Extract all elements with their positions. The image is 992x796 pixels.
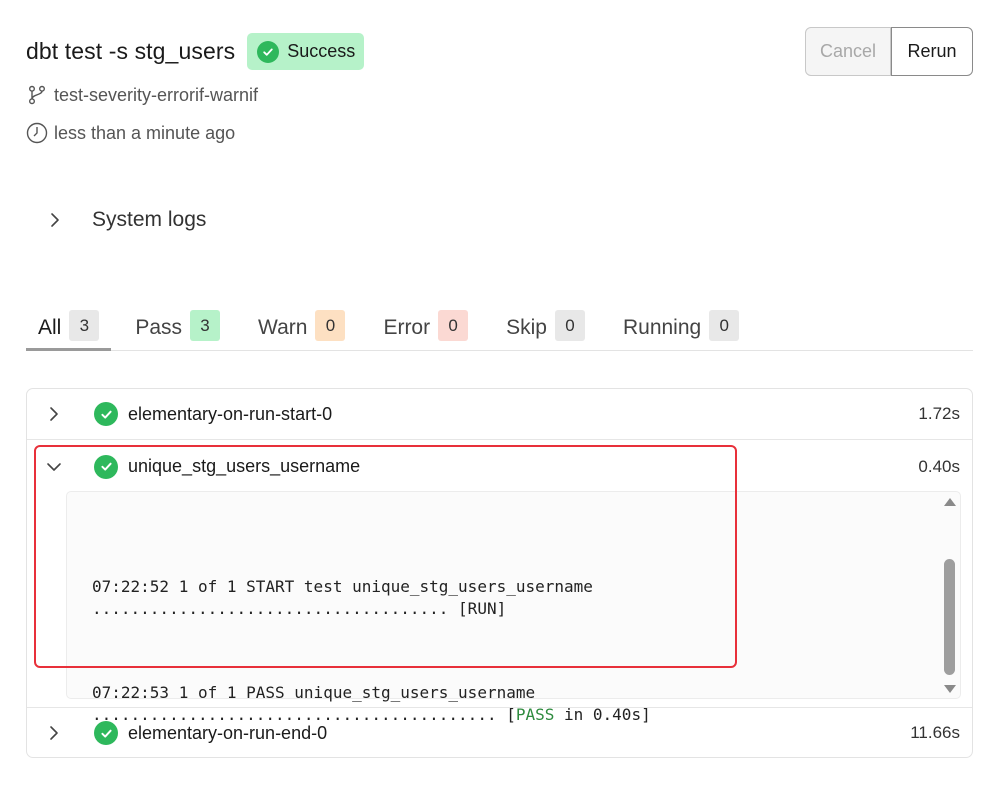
result-duration: 1.72s — [918, 404, 960, 423]
result-row-expanded[interactable]: unique_stg_users_username 0.40s — [27, 441, 972, 492]
result-duration: 11.66s — [910, 723, 960, 742]
tab-count: 0 — [315, 310, 346, 341]
tab-count: 3 — [69, 310, 100, 341]
chevron-down-icon[interactable] — [45, 462, 63, 472]
time-row: less than a minute ago — [26, 122, 235, 144]
system-logs-label: System logs — [92, 208, 207, 231]
result-duration: 0.40s — [918, 456, 960, 476]
tab-count: 0 — [554, 310, 585, 341]
run-header: dbt test -s stg_users Success — [26, 33, 365, 70]
tab-error[interactable]: Error 0 — [371, 310, 480, 351]
scroll-up-arrow-icon[interactable] — [943, 495, 957, 507]
log-output-panel[interactable]: 07:22:52 1 of 1 START test unique_stg_us… — [66, 491, 961, 724]
rerun-button[interactable]: Rerun — [891, 27, 973, 76]
tab-label: Skip — [506, 316, 547, 339]
system-logs-toggle[interactable]: System logs — [46, 208, 206, 232]
chevron-right-icon — [46, 212, 64, 228]
tab-label: Warn — [258, 316, 308, 339]
tab-all[interactable]: All 3 — [26, 310, 112, 351]
tab-warn[interactable]: Warn 0 — [246, 310, 357, 351]
result-name: elementary-on-run-end-0 — [128, 722, 328, 743]
result-name: elementary-on-run-start-0 — [128, 403, 333, 424]
check-circle-icon — [257, 40, 280, 63]
run-title: dbt test -s stg_users — [26, 38, 236, 64]
tab-label: Pass — [135, 316, 183, 339]
log-entry: 07:22:52 1 of 1 START test unique_stg_us… — [92, 576, 651, 620]
check-circle-icon — [94, 402, 118, 426]
tab-running[interactable]: Running 0 — [611, 310, 751, 351]
scroll-down-arrow-icon[interactable] — [943, 682, 957, 694]
log-line: 07:22:53 1 of 1 PASS unique_stg_users_us… — [92, 683, 536, 702]
scrollbar-thumb[interactable] — [944, 559, 955, 675]
result-row[interactable]: elementary-on-run-end-0 11.66s — [27, 707, 972, 757]
log-line: 07:22:52 1 of 1 START test unique_stg_us… — [92, 577, 593, 596]
tab-pass[interactable]: Pass 3 — [123, 310, 232, 351]
run-actions: Cancel Rerun — [805, 27, 973, 76]
results-list: elementary-on-run-start-0 1.72s unique_s… — [26, 388, 973, 758]
tab-count: 0 — [438, 310, 469, 341]
log-line: ..................................... [R… — [92, 599, 507, 618]
tab-label: Running — [622, 316, 702, 339]
time-ago: less than a minute ago — [54, 122, 236, 143]
check-circle-icon — [94, 721, 118, 745]
branch-name: test-severity-errorif-warnif — [54, 84, 259, 105]
check-circle-icon — [94, 454, 118, 479]
git-branch-icon — [26, 84, 48, 106]
branch-row: test-severity-errorif-warnif — [26, 84, 258, 106]
chevron-right-icon[interactable] — [45, 725, 63, 741]
tab-count: 3 — [190, 310, 221, 341]
clock-icon — [26, 122, 48, 144]
result-row[interactable]: elementary-on-run-start-0 1.72s — [27, 389, 972, 440]
tab-skip[interactable]: Skip 0 — [494, 310, 597, 351]
tab-label: All — [38, 316, 62, 339]
result-name: unique_stg_users_username — [128, 456, 361, 476]
chevron-right-icon[interactable] — [45, 406, 63, 422]
tab-count: 0 — [709, 310, 740, 341]
cancel-button[interactable]: Cancel — [805, 27, 891, 76]
tab-label: Error — [383, 316, 431, 339]
result-filter-tabs: All 3 Pass 3 Warn 0 Error 0 Skip 0 Runni… — [26, 310, 973, 351]
status-badge: Success — [247, 33, 365, 70]
status-label: Success — [287, 41, 356, 61]
